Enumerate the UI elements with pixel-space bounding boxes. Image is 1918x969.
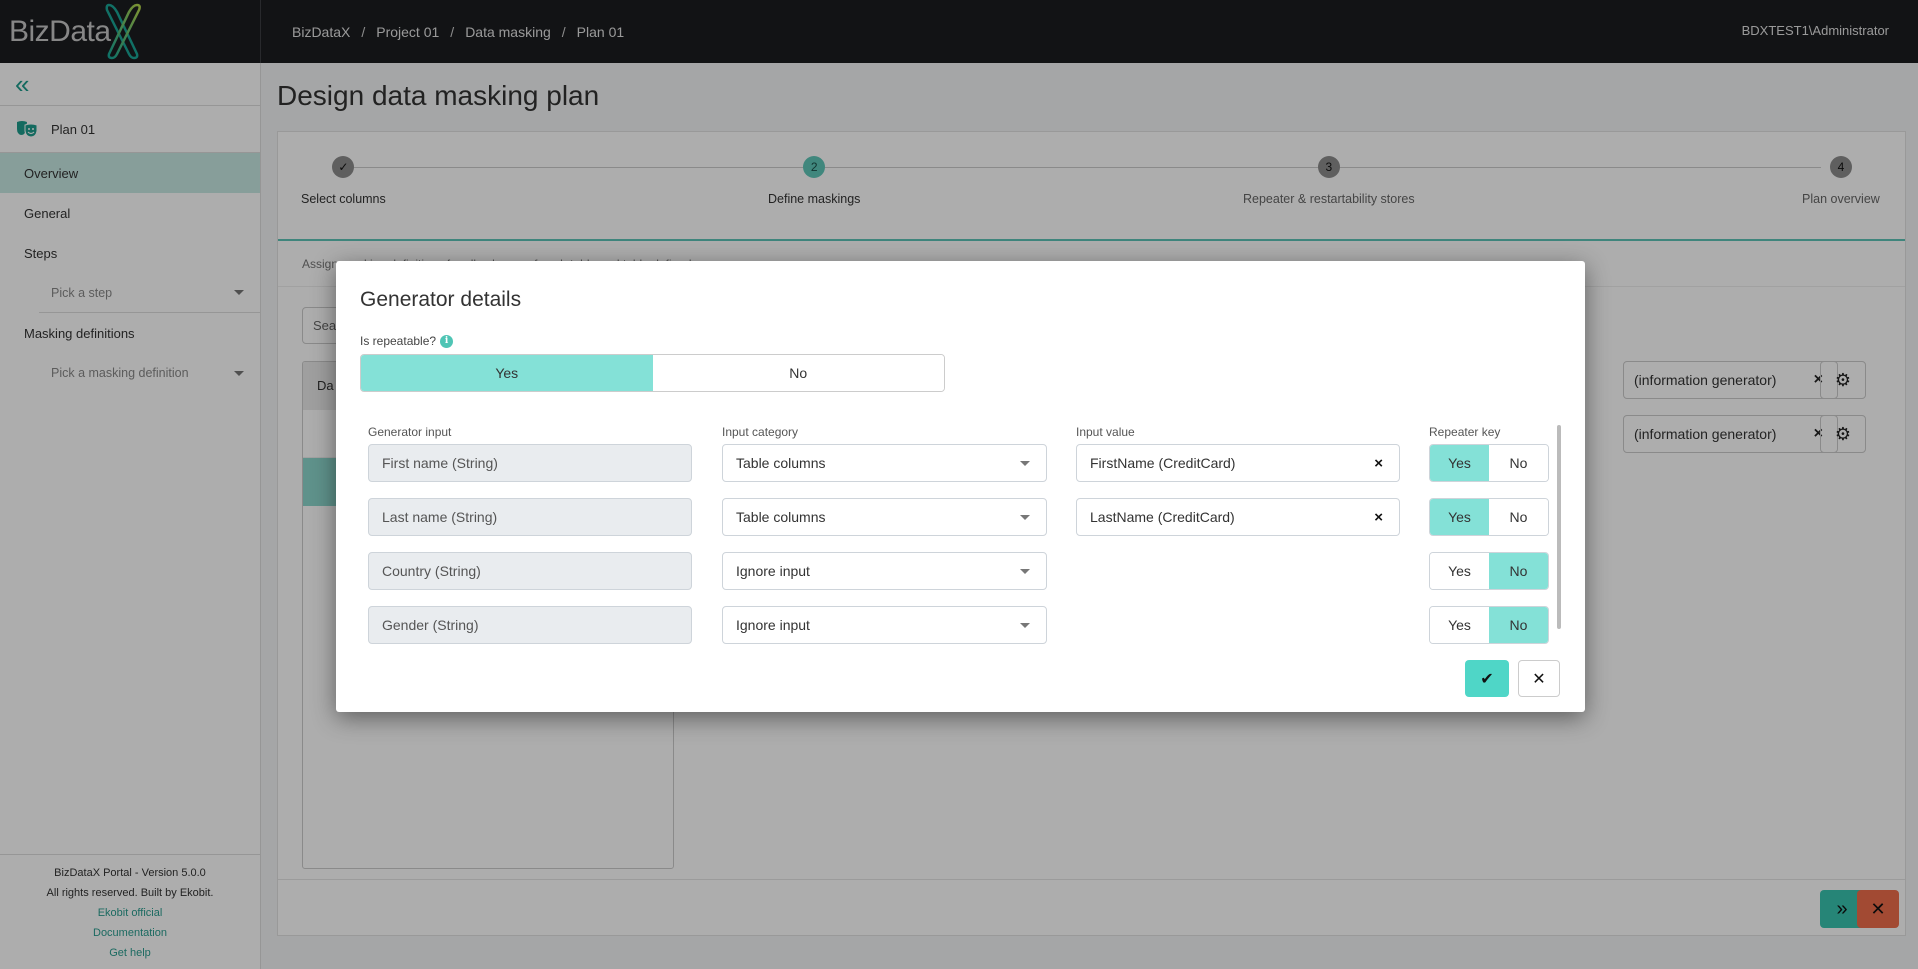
input-category-value: Table columns [736,455,826,471]
input-value-text: FirstName (CreditCard) [1090,455,1236,471]
repeater-key-yes[interactable]: Yes [1430,607,1489,643]
repeater-key-header: Repeater key [1429,425,1501,439]
repeatable-yes-option[interactable]: Yes [361,355,653,391]
repeater-key-no[interactable]: No [1489,445,1548,481]
repeater-key-toggle: Yes No [1429,552,1549,590]
repeater-key-toggle: Yes No [1429,606,1549,644]
generator-input-field: Country (String) [368,552,692,590]
confirm-button[interactable]: ✔ [1465,660,1509,697]
repeater-key-toggle: Yes No [1429,498,1549,536]
close-icon: ✕ [1532,670,1546,688]
check-icon: ✔ [1480,670,1494,688]
repeater-key-no[interactable]: No [1489,553,1548,589]
input-category-select[interactable]: Ignore input [722,552,1047,590]
caret-down-icon [1020,622,1030,628]
input-category-value: Table columns [736,509,826,525]
input-category-value: Ignore input [736,563,810,579]
repeatable-no-option[interactable]: No [652,355,944,391]
caret-down-icon [1020,514,1030,520]
modal-scrollbar[interactable] [1557,425,1561,629]
repeater-key-yes[interactable]: Yes [1430,499,1489,535]
repeatable-toggle: Yes No [360,354,945,392]
input-category-select[interactable]: Table columns [722,444,1047,482]
input-value-text: LastName (CreditCard) [1090,509,1235,525]
repeatable-label-text: Is repeatable? [360,334,437,348]
caret-down-icon [1020,460,1030,466]
repeater-key-toggle: Yes No [1429,444,1549,482]
repeatable-label: Is repeatable? i [360,334,454,348]
modal-title: Generator details [360,288,522,311]
input-value-field[interactable]: LastName (CreditCard) × [1076,498,1400,536]
input-category-select[interactable]: Ignore input [722,606,1047,644]
generator-input-header: Generator input [368,425,452,439]
repeater-key-no[interactable]: No [1489,607,1548,643]
generator-input-field: First name (String) [368,444,692,482]
input-value-field[interactable]: FirstName (CreditCard) × [1076,444,1400,482]
repeater-key-yes[interactable]: Yes [1430,445,1489,481]
generator-input-field: Gender (String) [368,606,692,644]
repeater-key-no[interactable]: No [1489,499,1548,535]
caret-down-icon [1020,568,1030,574]
input-category-select[interactable]: Table columns [722,498,1047,536]
info-icon[interactable]: i [440,334,454,348]
input-value-header: Input value [1076,425,1135,439]
input-category-header: Input category [722,425,799,439]
generator-details-modal: Generator details Is repeatable? i Yes N… [336,261,1585,712]
repeater-key-yes[interactable]: Yes [1430,553,1489,589]
clear-icon[interactable]: × [1374,509,1383,526]
close-modal-button[interactable]: ✕ [1518,660,1560,697]
generator-input-field: Last name (String) [368,498,692,536]
clear-icon[interactable]: × [1374,455,1383,472]
input-category-value: Ignore input [736,617,810,633]
